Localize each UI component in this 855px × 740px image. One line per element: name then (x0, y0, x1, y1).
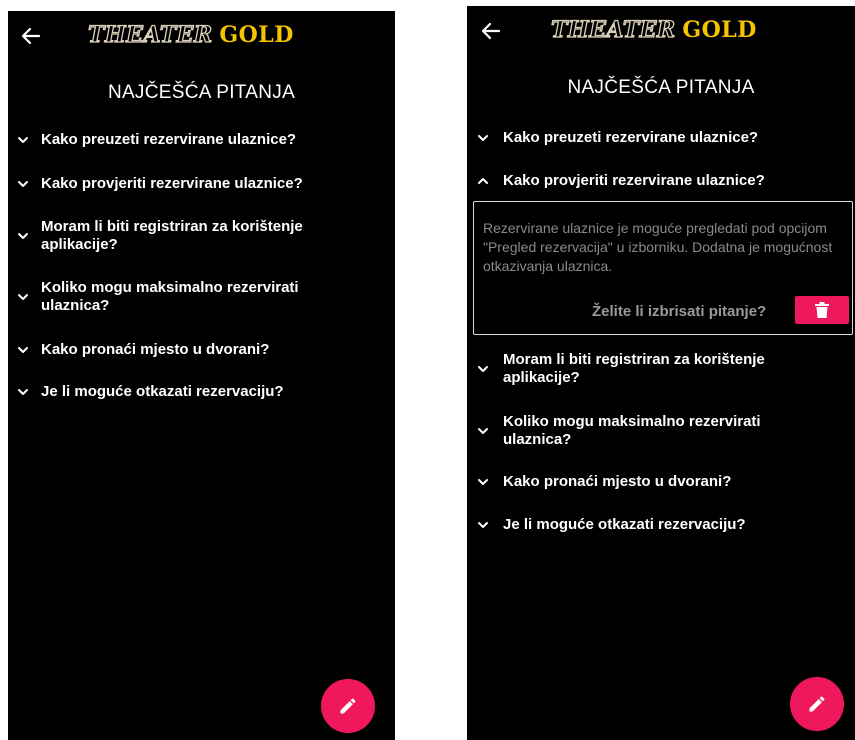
chevron-down-icon (478, 522, 488, 528)
pencil-icon (340, 698, 356, 714)
chevron-down-icon (18, 347, 28, 353)
chevron-down-icon (478, 366, 488, 372)
faq-screen-collapsed: THEATER GOLD NAJČEŠĆA PITANJA Kako preuz… (8, 11, 395, 740)
faq-question-label: Koliko mogu maksimalno rezervirati ulazn… (503, 413, 761, 448)
faq-question-2[interactable]: Kako provjeriti rezervirane ulaznice? (16, 175, 376, 193)
faq-question-3[interactable]: Moram li biti registriran za korištenje … (476, 351, 796, 387)
faq-question-1[interactable]: Kako preuzeti rezervirane ulaznice? (476, 129, 836, 147)
faq-question-5[interactable]: Kako pronaći mjesto u dvorani? (476, 473, 836, 491)
faq-question-label: Koliko mogu maksimalno rezervirati ulazn… (41, 279, 299, 314)
faq-question-4[interactable]: Koliko mogu maksimalno rezervirati ulazn… (476, 413, 786, 449)
faq-question-label: Je li moguće otkazati rezervaciju? (41, 383, 284, 400)
faq-question-label: Kako pronaći mjesto u dvorani? (41, 341, 270, 358)
edit-fab-button[interactable] (321, 679, 375, 733)
logo-word-theater: THEATER (550, 16, 676, 43)
delete-question-prompt: Želite li izbrisati pitanje? (592, 303, 767, 320)
logo-word-theater: THEATER (87, 21, 213, 48)
faq-answer-text: Rezervirane ulaznice je moguće pregledat… (483, 220, 833, 274)
faq-question-1[interactable]: Kako preuzeti rezervirane ulaznice? (16, 131, 376, 149)
chevron-down-icon (18, 389, 28, 395)
faq-screen-expanded: THEATER GOLD NAJČEŠĆA PITANJA Kako preuz… (467, 6, 855, 740)
faq-question-label: Je li moguće otkazati rezervaciju? (503, 516, 746, 533)
chevron-up-icon (478, 178, 488, 184)
faq-question-label: Moram li biti registriran za korištenje … (41, 218, 303, 253)
chevron-down-icon (18, 181, 28, 187)
trash-icon (815, 302, 829, 318)
logo-word-gold: GOLD (219, 22, 294, 48)
delete-question-button[interactable] (795, 296, 849, 324)
faq-question-label: Kako provjeriti rezervirane ulaznice? (503, 172, 765, 189)
faq-question-label: Kako preuzeti rezervirane ulaznice? (503, 129, 759, 146)
chevron-down-icon (18, 294, 28, 300)
faq-question-label: Kako provjeriti rezervirane ulaznice? (41, 175, 303, 192)
app-logo: THEATER GOLD (550, 16, 757, 43)
arrow-left-icon[interactable] (19, 24, 43, 48)
chevron-down-icon (478, 479, 488, 485)
page-title: NAJČEŠĆA PITANJA (107, 82, 296, 103)
chevron-down-icon (18, 137, 28, 143)
faq-question-6[interactable]: Je li moguće otkazati rezervaciju? (16, 383, 376, 401)
chevron-down-icon (478, 135, 488, 141)
chevron-down-icon (478, 428, 488, 434)
faq-question-3[interactable]: Moram li biti registriran za korištenje … (16, 218, 326, 254)
faq-question-5[interactable]: Kako pronaći mjesto u dvorani? (16, 341, 376, 359)
faq-question-4[interactable]: Koliko mogu maksimalno rezervirati ulazn… (16, 279, 316, 315)
faq-question-6[interactable]: Je li moguće otkazati rezervaciju? (476, 516, 836, 534)
faq-question-label: Moram li biti registriran za korištenje … (503, 351, 765, 386)
arrow-left-icon[interactable] (479, 19, 503, 43)
edit-fab-button[interactable] (790, 677, 844, 731)
faq-question-label: Kako pronaći mjesto u dvorani? (503, 473, 732, 490)
chevron-down-icon (18, 233, 28, 239)
app-logo: THEATER GOLD (87, 21, 294, 48)
faq-question-label: Kako preuzeti rezervirane ulaznice? (41, 131, 297, 148)
logo-word-gold: GOLD (682, 17, 757, 43)
faq-question-2[interactable]: Kako provjeriti rezervirane ulaznice? (476, 172, 836, 190)
faq-answer-card: Rezervirane ulaznice je moguće pregledat… (473, 201, 853, 335)
page-title: NAJČEŠĆA PITANJA (567, 77, 755, 98)
pencil-icon (809, 696, 825, 712)
